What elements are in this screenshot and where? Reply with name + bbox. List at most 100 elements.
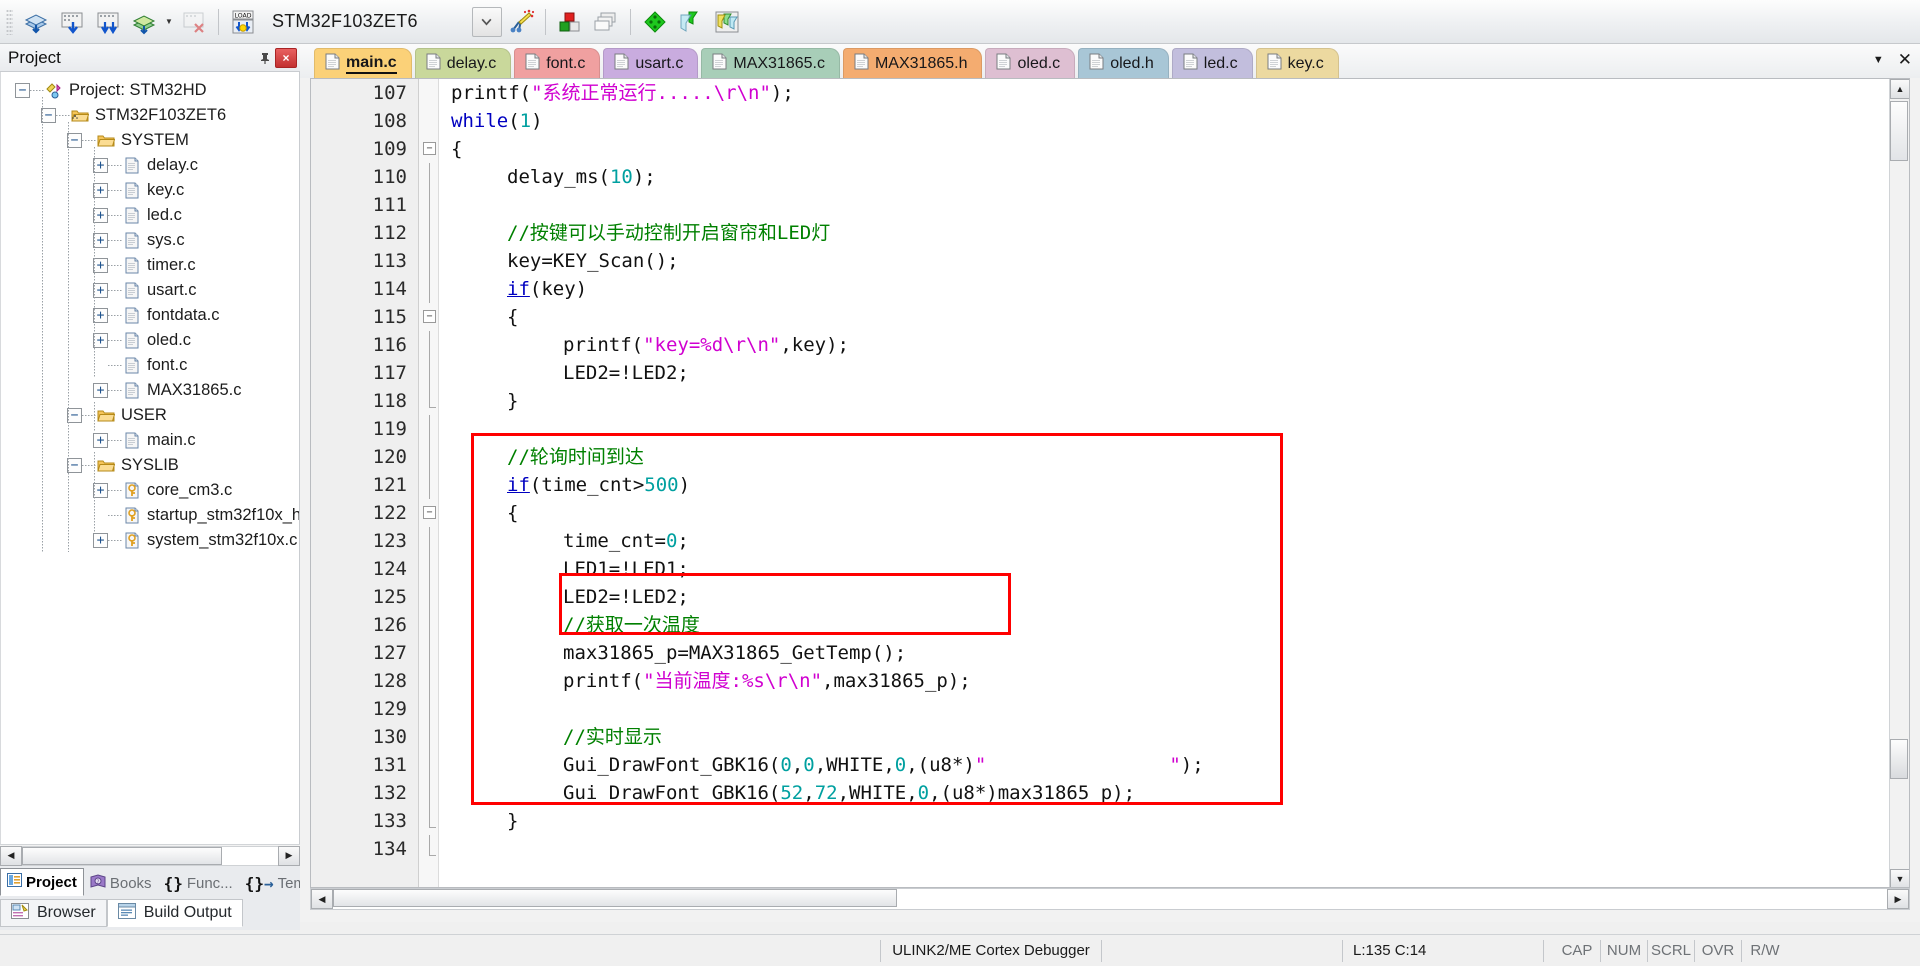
tree-item-usart-c[interactable]: + usart.c [1, 278, 299, 303]
code-line[interactable]: 111 [311, 191, 1909, 219]
hscroll-thumb[interactable] [22, 846, 222, 865]
panel-tab-books[interactable]: ? Books [84, 870, 158, 896]
download-target-icon[interactable] [55, 5, 89, 39]
code-line[interactable]: 128 printf("当前温度:%s\r\n",max31865_p); [311, 667, 1909, 695]
tree-item-main-c[interactable]: + main.c [1, 428, 299, 453]
chevron-down-icon[interactable]: ▼ [1873, 54, 1884, 66]
editor-tab-delay-c[interactable]: delay.c [414, 48, 512, 78]
tree-item-syslib[interactable]: − SYSLIB [1, 453, 299, 478]
download-all-icon[interactable] [91, 5, 125, 39]
code-line[interactable]: 130 //实时显示 [311, 723, 1909, 751]
editor-tab-font-c[interactable]: font.c [514, 48, 601, 78]
hscroll-track[interactable] [333, 889, 1887, 909]
pin-icon[interactable] [255, 48, 275, 68]
code-line[interactable]: 107 printf("系统正常运行.....\r\n"); [311, 79, 1909, 107]
editor-tab-led-c[interactable]: led.c [1171, 48, 1253, 78]
editor-vscrollbar[interactable]: ▲ ▼ [1889, 79, 1909, 887]
expand-icon[interactable]: + [93, 283, 108, 298]
target-dropdown-button[interactable] [471, 6, 502, 37]
tree-item-user[interactable]: − USER [1, 403, 299, 428]
panel-tab-functions[interactable]: {} Func... [158, 870, 239, 896]
bottom-tab-build-output[interactable]: Build Output [106, 899, 243, 927]
expand-icon[interactable]: + [93, 308, 108, 323]
code-line[interactable]: 133} [311, 807, 1909, 835]
tree-item-delay-c[interactable]: + delay.c [1, 153, 299, 178]
code-line[interactable]: 113 key=KEY_Scan(); [311, 247, 1909, 275]
scroll-left-arrow-icon[interactable]: ◀ [311, 889, 333, 909]
code-line[interactable]: 109 − { [311, 135, 1909, 163]
project-panel-tabs[interactable]: Project ? Books {} Func... {}→ [0, 866, 327, 896]
tree-item-oled-c[interactable]: + oled.c [1, 328, 299, 353]
scroll-up-arrow-icon[interactable]: ▲ [1890, 79, 1909, 99]
fold-collapse-icon[interactable]: − [423, 310, 436, 323]
code-lines[interactable]: 107 printf("系统正常运行.....\r\n"); 108 while(1)… [311, 79, 1909, 860]
expand-icon[interactable]: + [93, 233, 108, 248]
tree-item-sys-c[interactable]: + sys.c [1, 228, 299, 253]
expand-icon[interactable]: + [93, 483, 108, 498]
scroll-down-arrow-icon[interactable]: ▼ [1890, 869, 1909, 887]
collapse-icon[interactable]: − [41, 108, 56, 123]
editor-tab-main-c[interactable]: main.c [314, 48, 412, 78]
collapse-icon[interactable]: − [67, 408, 82, 423]
editor-tab-max31865-c[interactable]: MAX31865.c [701, 48, 840, 78]
code-line[interactable]: 112 //按键可以手动控制开启窗帘和LED灯 [311, 219, 1909, 247]
tree-item-core-cm3-c[interactable]: + core_cm3.c [1, 478, 299, 503]
rebuild-icon[interactable] [177, 5, 211, 39]
filter-green-icon[interactable] [674, 5, 708, 39]
manage-components-icon[interactable] [553, 5, 587, 39]
collapse-icon[interactable]: − [67, 458, 82, 473]
multi-project-icon[interactable] [589, 5, 623, 39]
code-line[interactable]: 131 Gui_DrawFont_GBK16(0,0,WHITE,0,(u8*)"… [311, 751, 1909, 779]
output-panel-tabs[interactable]: Browser Build Output [0, 896, 300, 930]
panel-tab-project[interactable]: Project [0, 868, 84, 896]
code-line[interactable]: 114 if(key) [311, 275, 1909, 303]
load-icon[interactable]: LOAD [226, 5, 260, 39]
fold-collapse-icon[interactable]: − [423, 506, 436, 519]
code-line[interactable]: 115 − { [311, 303, 1909, 331]
editor-tab-oled-c[interactable]: oled.c [985, 48, 1076, 78]
code-line[interactable]: 134 [311, 835, 1909, 863]
tree-item-max31865-c[interactable]: + MAX31865.c [1, 378, 299, 403]
code-line[interactable]: 132 Gui_DrawFont_GBK16(52,72,WHITE,0,(u8*… [311, 779, 1909, 807]
tree-item-fontdata-c[interactable]: + fontdata.c [1, 303, 299, 328]
editor-hscrollbar[interactable]: ◀ ▶ [310, 888, 1910, 910]
collapse-icon[interactable]: − [15, 83, 30, 98]
editor-tab-usart-c[interactable]: usart.c [603, 48, 699, 78]
expand-icon[interactable]: + [93, 383, 108, 398]
tree-item-font-c[interactable]: font.c [1, 353, 299, 378]
code-line[interactable]: 108 while(1) [311, 107, 1909, 135]
code-line[interactable]: 119 [311, 415, 1909, 443]
code-line[interactable]: 121 if(time_cnt>500) [311, 471, 1909, 499]
hscroll-track[interactable] [22, 845, 278, 866]
editor-tab-oled-h[interactable]: oled.h [1078, 48, 1169, 78]
vscroll-thumb-lower[interactable] [1890, 739, 1908, 779]
code-line[interactable]: 129 [311, 695, 1909, 723]
code-line[interactable]: 122 − { [311, 499, 1909, 527]
tree-item-key-c[interactable]: + key.c [1, 178, 299, 203]
code-line[interactable]: 127 max31865_p=MAX31865_GetTemp(); [311, 639, 1909, 667]
editor-tabbar[interactable]: main.c delay.c font.c usart.c MAX31865.c MAX3… [300, 44, 1920, 78]
expand-icon[interactable]: + [93, 333, 108, 348]
hscroll-thumb[interactable] [333, 889, 897, 907]
tree-item-startup-stm32f10x-hd-s[interactable]: startup_stm32f10x_hd.s [1, 503, 299, 528]
code-line[interactable]: 125 LED2=!LED2; [311, 583, 1909, 611]
tree-item-system[interactable]: − SYSTEM [1, 128, 299, 153]
code-line[interactable]: 123 time_cnt=0; [311, 527, 1909, 555]
build-dropdown-caret-icon[interactable]: ▼ [163, 5, 175, 39]
scroll-right-arrow-icon[interactable]: ▶ [278, 845, 300, 866]
close-icon[interactable]: × [275, 47, 297, 68]
code-editor[interactable]: 107 printf("系统正常运行.....\r\n"); 108 while(1)… [310, 78, 1910, 888]
scroll-left-arrow-icon[interactable]: ◀ [0, 845, 22, 866]
build-target-icon[interactable] [127, 5, 161, 39]
code-line[interactable]: 116 printf("key=%d\r\n",key); [311, 331, 1909, 359]
vscroll-thumb[interactable] [1890, 101, 1908, 161]
toolbar-grip[interactable] [6, 8, 13, 35]
code-line[interactable]: 124 LED1=!LED1; [311, 555, 1909, 583]
tree-item-project-stm32hd[interactable]: − Project: STM32HD [1, 78, 299, 103]
editor-tab-key-c[interactable]: key.c [1255, 48, 1339, 78]
code-line[interactable]: 117 LED2=!LED2; [311, 359, 1909, 387]
bottom-tab-browser[interactable]: Browser [0, 899, 107, 927]
code-line[interactable]: 126 //获取一次温度 [311, 611, 1909, 639]
tree-item-led-c[interactable]: + led.c [1, 203, 299, 228]
batch-build-icon[interactable] [19, 5, 53, 39]
